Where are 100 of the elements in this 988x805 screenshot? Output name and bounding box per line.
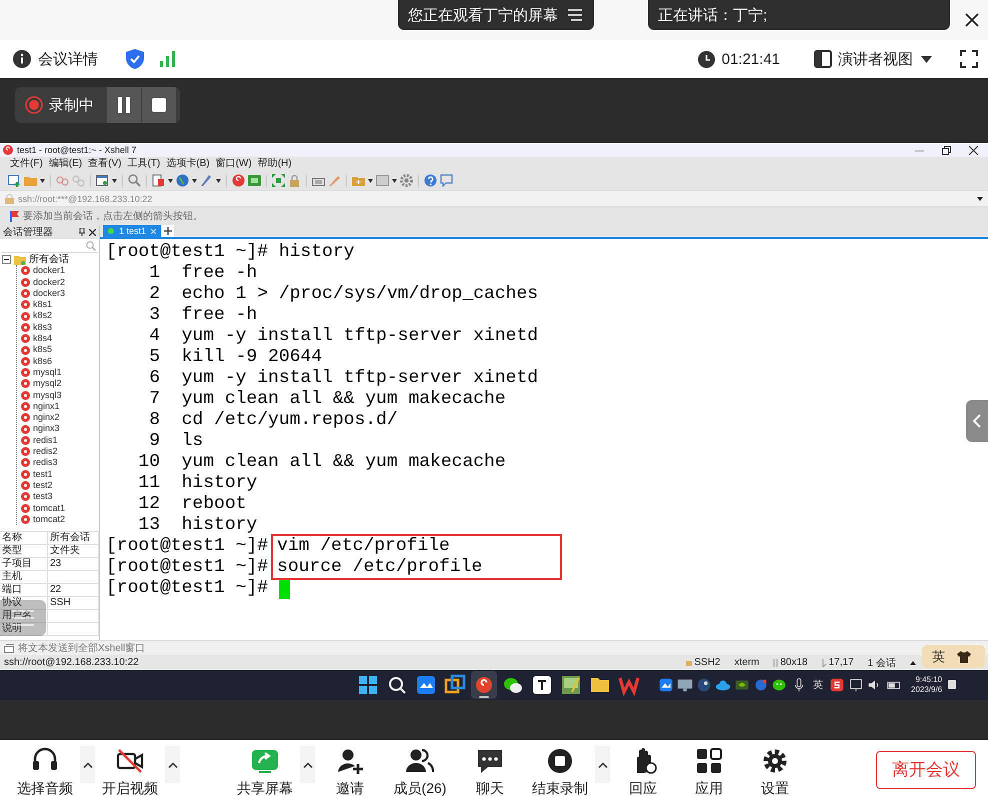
- chat-icon[interactable]: [440, 174, 453, 187]
- caret-icon[interactable]: [40, 178, 45, 182]
- window-icon[interactable]: [96, 174, 109, 187]
- shirt-icon[interactable]: [957, 650, 971, 662]
- stop-record-button[interactable]: 结束录制: [525, 740, 595, 805]
- caret-icon[interactable]: [216, 178, 221, 182]
- close-icon[interactable]: [965, 13, 979, 27]
- tree-item[interactable]: mysql2: [33, 378, 62, 390]
- pause-button[interactable]: [107, 87, 141, 123]
- layout-icon[interactable]: [814, 50, 832, 68]
- spiral-icon[interactable]: [470, 670, 498, 700]
- ime-mode[interactable]: 英: [932, 648, 945, 666]
- tree-item[interactable]: k8s2: [33, 310, 52, 322]
- input-mode-indicator[interactable]: 英: [809, 678, 827, 692]
- new-tab-button[interactable]: [162, 225, 174, 237]
- caret-icon[interactable]: [977, 196, 983, 200]
- notification-icon[interactable]: [947, 679, 958, 691]
- menu-item[interactable]: 工具(T): [127, 157, 160, 171]
- menu-item[interactable]: 查看(V): [88, 157, 122, 171]
- share-screen-button[interactable]: 共享屏幕: [230, 740, 300, 805]
- restore-icon[interactable]: [942, 146, 951, 154]
- leave-meeting-button[interactable]: 离开会议: [876, 750, 976, 788]
- caret-icon[interactable]: [392, 178, 397, 182]
- input-app-icon[interactable]: [828, 677, 846, 693]
- stop-button[interactable]: [142, 87, 176, 123]
- caret-up-icon[interactable]: [910, 660, 916, 664]
- tree-item[interactable]: docker2: [33, 276, 66, 288]
- collapse-toggle[interactable]: [2, 255, 11, 264]
- tree-item[interactable]: docker3: [33, 288, 66, 300]
- chat-button[interactable]: 聊天: [455, 740, 525, 805]
- tree-item[interactable]: docker1: [33, 265, 66, 277]
- tree-item[interactable]: k8s6: [33, 356, 52, 367]
- expand-icon[interactable]: [272, 174, 285, 187]
- tree-item[interactable]: mysql1: [33, 366, 62, 378]
- menu-item[interactable]: 编辑(E): [48, 157, 82, 171]
- clipboard-icon[interactable]: [152, 174, 165, 187]
- close-icon[interactable]: [89, 228, 96, 236]
- caret-button[interactable]: [595, 746, 610, 783]
- globe-icon[interactable]: [176, 174, 189, 187]
- menu-item[interactable]: 选项卡(B): [166, 157, 210, 171]
- clock-time[interactable]: 9:45:10: [915, 675, 942, 685]
- tree-item[interactable]: redis2: [33, 446, 58, 458]
- tree-item[interactable]: redis3: [33, 457, 58, 469]
- tree-item[interactable]: k8s4: [33, 333, 52, 344]
- people-button[interactable]: 成员(26): [385, 740, 455, 805]
- caret-icon[interactable]: [112, 178, 117, 182]
- apps-grid-button[interactable]: 应用: [676, 740, 742, 805]
- caret-button[interactable]: [300, 746, 315, 783]
- pause-icon: [117, 97, 131, 113]
- add-person-button[interactable]: 邀请: [315, 740, 385, 805]
- tree-item[interactable]: k8s5: [33, 344, 52, 356]
- tree-item[interactable]: nginx3: [33, 423, 60, 435]
- meeting-details-link[interactable]: 会议详情: [38, 50, 98, 68]
- caret-icon[interactable]: [921, 56, 932, 62]
- menu-item[interactable]: 帮助(H): [258, 157, 292, 171]
- property-value: SSH: [48, 597, 99, 610]
- compose-icon[interactable]: [4, 644, 14, 652]
- add-window-icon[interactable]: [8, 174, 21, 187]
- app-icon[interactable]: [657, 677, 675, 693]
- menu-item[interactable]: 窗口(W): [216, 157, 252, 171]
- caret-icon[interactable]: [368, 178, 373, 182]
- tree-item[interactable]: k8s3: [33, 322, 52, 334]
- camera-off-button[interactable]: 开启视频: [95, 740, 165, 805]
- tree-item[interactable]: mysql3: [33, 390, 62, 401]
- fullscreen-icon[interactable]: [960, 50, 978, 68]
- shield-icon[interactable]: [126, 49, 144, 69]
- settings-button[interactable]: 设置: [742, 740, 808, 805]
- tree-item[interactable]: tomcat2: [33, 514, 66, 526]
- network-icon[interactable]: [847, 677, 865, 693]
- caret-button[interactable]: [165, 746, 180, 783]
- plus-icon: [164, 227, 172, 235]
- terminal-icon[interactable]: [248, 174, 261, 187]
- help-icon[interactable]: [424, 174, 437, 187]
- monitor-icon[interactable]: [676, 677, 694, 693]
- info-icon[interactable]: [13, 50, 31, 68]
- caret-button[interactable]: [80, 746, 95, 783]
- tree-item[interactable]: tomcat1: [33, 502, 66, 514]
- session-tab[interactable]: 1 test1: [103, 225, 161, 237]
- caret-icon[interactable]: [168, 178, 173, 182]
- menu-item[interactable]: 文件(F): [10, 157, 43, 171]
- collapse-tab[interactable]: [966, 400, 988, 442]
- tree-item[interactable]: nginx2: [33, 412, 60, 424]
- pin-icon[interactable]: [79, 228, 85, 236]
- tree-item[interactable]: redis1: [33, 434, 58, 446]
- hand-button[interactable]: 回应: [610, 740, 676, 805]
- list-icon[interactable]: [568, 9, 582, 21]
- search-field[interactable]: [1, 239, 98, 253]
- tab-label: 1 test1: [118, 226, 147, 236]
- tree-item[interactable]: nginx1: [33, 400, 60, 412]
- view-mode-button[interactable]: 演讲者视图: [838, 50, 913, 68]
- clock-date[interactable]: 2023/9/6: [911, 685, 942, 695]
- tree-item[interactable]: test1: [33, 468, 53, 480]
- tree-item[interactable]: k8s1: [33, 299, 52, 310]
- close-icon[interactable]: [969, 146, 978, 154]
- tree-item[interactable]: test3: [33, 491, 53, 503]
- tree-item[interactable]: test2: [33, 480, 53, 492]
- input-method-widget[interactable]: 英: [922, 645, 985, 668]
- tree-item[interactable]: 所有会话: [29, 254, 69, 266]
- headset-button[interactable]: 选择音频: [10, 740, 80, 805]
- caret-icon[interactable]: [192, 178, 197, 182]
